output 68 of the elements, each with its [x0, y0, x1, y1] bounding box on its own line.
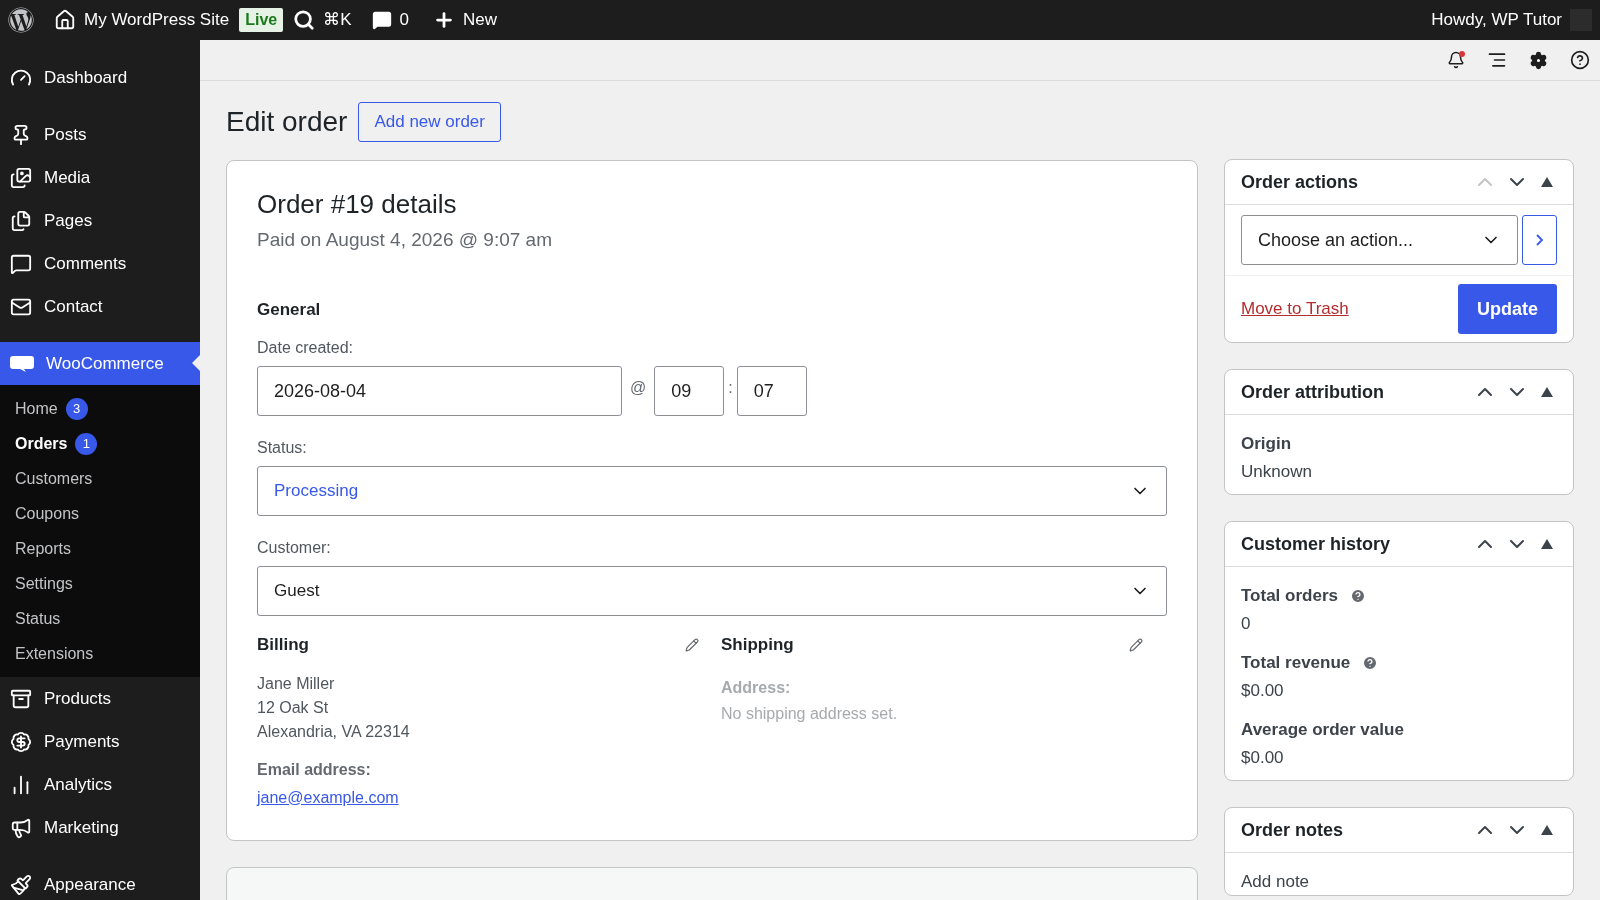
field-label: Email address:	[257, 759, 372, 780]
submenu-item[interactable]: Customers	[0, 461, 200, 496]
new-link[interactable]: New	[433, 7, 497, 33]
update-button[interactable]: Update	[1458, 284, 1557, 334]
comments-link[interactable]: 0	[371, 7, 409, 33]
sidebar-item[interactable]: Posts	[0, 113, 200, 156]
panel-title: Order actions	[1241, 170, 1360, 194]
time-separator: :	[728, 378, 733, 398]
sidebar-item[interactable]: Appearance	[0, 863, 200, 900]
shipping-address-text: No shipping address set.	[721, 703, 899, 724]
field-label: Customer:	[257, 538, 332, 558]
add-note-label: Add note	[1241, 872, 1310, 891]
sidebar-item[interactable]: Contact	[0, 285, 200, 328]
move-to-trash-link[interactable]: Move to Trash	[1241, 296, 1349, 322]
count-badge: 3	[65, 397, 88, 420]
sidebar-item[interactable]: Marketing	[0, 806, 200, 849]
sidebar-item[interactable]: WooCommerce	[0, 342, 200, 385]
action-select[interactable]: Choose an action...	[1241, 215, 1518, 265]
sidebar-item[interactable]: Comments	[0, 242, 200, 285]
sidebar-item[interactable]: Analytics	[0, 763, 200, 806]
at-sign: @	[630, 378, 647, 398]
panel-title: Order notes	[1241, 818, 1345, 842]
sidebar-item[interactable]: Payments	[0, 720, 200, 763]
submenu-item[interactable]: Home 3	[0, 391, 200, 426]
order-heading: Order #19 details	[257, 188, 458, 221]
site-link[interactable]: My WordPress Site	[54, 7, 230, 33]
stat-label: Origin	[1241, 433, 1292, 455]
submenu-item[interactable]: Status	[0, 601, 200, 636]
sidebar-item[interactable]: Media	[0, 156, 200, 199]
live-badge: Live	[239, 8, 284, 32]
stat-value: $0.00	[1241, 679, 1285, 702]
stat-label: Total orders	[1241, 585, 1338, 607]
panel-title: Order attribution	[1241, 380, 1385, 404]
search-shortcut[interactable]: ⌘K	[293, 7, 352, 33]
stat-value: Unknown	[1241, 460, 1313, 483]
page-title: Edit order	[226, 105, 348, 139]
submenu-item[interactable]: Coupons	[0, 496, 200, 531]
submenu-item[interactable]: Orders 1	[0, 426, 200, 461]
stat-value: $0.00	[1241, 746, 1285, 769]
address-line: 12 Oak St	[257, 697, 330, 718]
account-link[interactable]: Howdy, WP Tutor	[1431, 7, 1592, 33]
submenu-item[interactable]: Extensions	[0, 636, 200, 671]
minute-input[interactable]: 07	[753, 377, 774, 405]
section-title: Shipping	[721, 634, 794, 656]
date-input[interactable]: 2026-08-04	[274, 377, 367, 405]
payment-info: Paid on August 4, 2026 @ 9:07 am	[257, 228, 553, 252]
address-line: Jane Miller	[257, 673, 336, 694]
submenu-item[interactable]: Settings	[0, 566, 200, 601]
sidebar-item[interactable]: Pages	[0, 199, 200, 242]
field-label: Status:	[257, 438, 308, 458]
address-line: Alexandria, VA 22314	[257, 721, 411, 742]
stat-value: 0	[1241, 612, 1252, 635]
email-link[interactable]: jane@example.com	[257, 785, 399, 810]
stat-label: Total revenue	[1241, 652, 1351, 674]
customer-select[interactable]: Guest	[257, 566, 1167, 616]
count-badge: 1	[75, 432, 98, 455]
field-label: Address:	[721, 677, 792, 698]
sidebar-item[interactable]: Products	[0, 677, 200, 720]
stat-label: Average order value	[1241, 719, 1404, 741]
field-label: Date created:	[257, 338, 355, 358]
hour-input[interactable]: 09	[671, 377, 692, 405]
panel-title: Customer history	[1241, 532, 1392, 556]
section-title: General	[257, 298, 322, 321]
submenu-item[interactable]: Reports	[0, 531, 200, 566]
sidebar-item[interactable]: Dashboard	[0, 56, 200, 99]
add-new-order-button[interactable]: Add new order	[358, 102, 501, 142]
section-title: Billing	[257, 634, 309, 656]
status-select[interactable]: Processing	[257, 466, 1167, 516]
